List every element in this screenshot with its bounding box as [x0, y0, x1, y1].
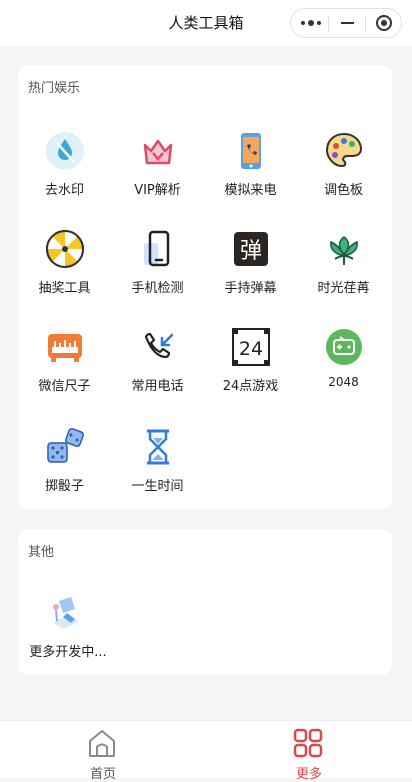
tool-label: 时光荏苒: [317, 281, 370, 296]
target-close-icon: [376, 15, 392, 31]
tool-label: 抽奖工具: [38, 281, 91, 296]
tool-label: 24点游戏: [222, 379, 279, 394]
tab-more[interactable]: 更多: [206, 721, 412, 782]
tool-24-game[interactable]: 24 24点游戏: [204, 327, 297, 407]
ruler-icon: [48, 334, 82, 362]
tool-label: 模拟来电: [224, 183, 277, 198]
tool-label: 去水印: [44, 183, 84, 198]
tool-in-development[interactable]: 更多开发中...: [18, 593, 111, 673]
tab-label: 更多: [295, 767, 322, 782]
more-dots-icon: [301, 20, 321, 26]
tool-common-phones[interactable]: 常用电话: [111, 327, 204, 407]
lotus-icon: [330, 236, 358, 265]
other-section: 其他 更多开发中...: [18, 529, 392, 675]
watermark-drop-icon: [46, 132, 84, 170]
section-title: 热门娱乐: [28, 81, 81, 96]
in-development-icon: [53, 597, 79, 629]
phone-incoming-icon: [144, 332, 174, 359]
tool-remove-watermark[interactable]: 去水印: [18, 131, 111, 211]
grid-icon: [293, 728, 323, 758]
close-mini-program-button[interactable]: [366, 9, 403, 37]
tool-time-flies[interactable]: 时光荏苒: [297, 229, 390, 309]
tool-label: 手机检测: [131, 281, 184, 296]
tool-label: 常用电话: [131, 379, 184, 394]
entertainment-section: 热门娱乐 去水印 VIP解析 模拟来电 调色板 抽奖工具 手机检测 弹 手持弹幕…: [18, 65, 392, 509]
tool-vip-parse[interactable]: VIP解析: [111, 131, 204, 211]
tool-label: 2048: [328, 375, 359, 389]
danmu-icon: 弹: [234, 232, 268, 266]
tool-label: VIP解析: [134, 183, 181, 198]
game-24-icon: 24: [232, 328, 270, 366]
tab-label: 首页: [89, 767, 116, 782]
tab-home[interactable]: 首页: [0, 721, 206, 782]
vip-crown-icon: [143, 139, 173, 165]
more-options-button[interactable]: [291, 9, 328, 37]
tool-lifetime[interactable]: 一生时间: [111, 427, 204, 507]
tool-label: 一生时间: [131, 479, 184, 494]
tool-roll-dice[interactable]: 掷骰子: [18, 427, 111, 507]
svg-text:24: 24: [239, 338, 263, 360]
svg-text:弹: 弹: [240, 239, 262, 264]
bottom-tab-bar: 首页 更多: [0, 720, 412, 782]
palette-icon: [325, 132, 363, 168]
tool-2048[interactable]: 2048: [297, 327, 390, 407]
tool-phone-check[interactable]: 手机检测: [111, 229, 204, 309]
tool-label: 调色板: [323, 183, 363, 198]
tool-handheld-danmu[interactable]: 弹 手持弹幕: [204, 229, 297, 309]
tool-palette[interactable]: 调色板: [297, 131, 390, 211]
lottery-wheel-icon: [46, 230, 84, 268]
hourglass-icon: [147, 429, 169, 465]
tool-label: 手持弹幕: [224, 281, 277, 296]
dice-icon: [47, 427, 85, 463]
tool-label: 微信尺子: [38, 379, 91, 394]
tool-label: 更多开发中...: [29, 645, 107, 660]
home-icon: [89, 730, 115, 757]
phone-call-icon: [241, 133, 261, 169]
tool-wechat-ruler[interactable]: 微信尺子: [18, 327, 111, 407]
tool-fake-call[interactable]: 模拟来电: [204, 131, 297, 211]
gamepad-icon: [326, 329, 362, 365]
minus-icon: [341, 22, 354, 24]
navigation-bar: 人类工具箱: [0, 0, 412, 46]
section-title: 其他: [28, 545, 55, 560]
mini-program-capsule: [290, 8, 402, 38]
minimize-button[interactable]: [329, 9, 366, 37]
mobile-phone-icon: [144, 230, 170, 267]
tool-label: 掷骰子: [44, 479, 84, 494]
tool-lottery[interactable]: 抽奖工具: [18, 229, 111, 309]
